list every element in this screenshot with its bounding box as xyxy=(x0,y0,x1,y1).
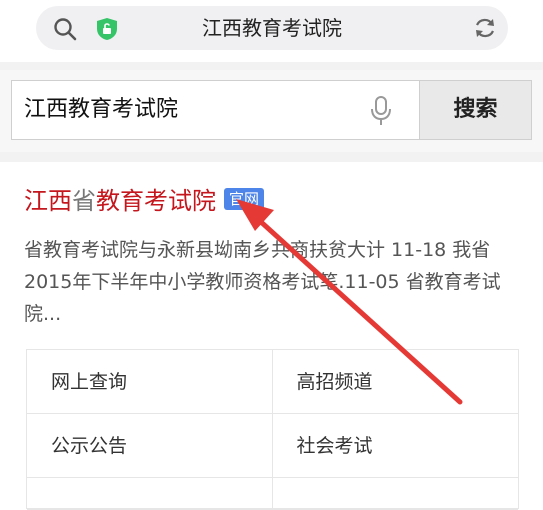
result-title[interactable]: 江西省教育考试院 官网 xyxy=(24,184,265,218)
microphone-icon[interactable] xyxy=(370,96,392,126)
sitelink[interactable]: 社会考试 xyxy=(272,414,518,478)
title-part[interactable]: 省 xyxy=(72,187,96,215)
sitelink-empty xyxy=(272,478,518,510)
address-bar: 江西教育考试院 xyxy=(0,0,543,62)
separator xyxy=(0,152,543,162)
security-shield-icon xyxy=(97,18,117,40)
title-part[interactable]: 教育考试院 xyxy=(96,187,216,215)
search-button[interactable]: 搜索 xyxy=(419,80,532,140)
search-icon[interactable] xyxy=(53,17,77,41)
search-result: 江西省教育考试院 官网 省教育考试院与永新县坳南乡共商扶贫大计 11-18 我省2… xyxy=(0,162,543,510)
search-bar: 江西教育考试院 搜索 xyxy=(0,70,543,152)
title-part[interactable]: 江西 xyxy=(24,187,72,215)
sitelink[interactable]: 公示公告 xyxy=(27,414,273,478)
sitelink[interactable]: 网上查询 xyxy=(27,350,273,414)
search-query[interactable]: 江西教育考试院 xyxy=(24,81,178,139)
result-snippet: 省教育考试院与永新县坳南乡共商扶贫大计 11-18 我省2015年下半年中小学教… xyxy=(24,239,501,325)
sitelink-empty xyxy=(27,478,273,510)
sitelinks-grid: 网上查询 高招频道 公示公告 社会考试 xyxy=(26,349,519,510)
search-input[interactable]: 江西教育考试院 xyxy=(11,80,419,140)
reload-icon[interactable] xyxy=(473,16,497,40)
url-pill[interactable]: 江西教育考试院 xyxy=(36,6,508,50)
sitelink[interactable]: 高招频道 xyxy=(272,350,518,414)
url-text[interactable]: 江西教育考试院 xyxy=(136,6,408,50)
separator xyxy=(0,62,543,70)
official-badge: 官网 xyxy=(224,188,265,210)
